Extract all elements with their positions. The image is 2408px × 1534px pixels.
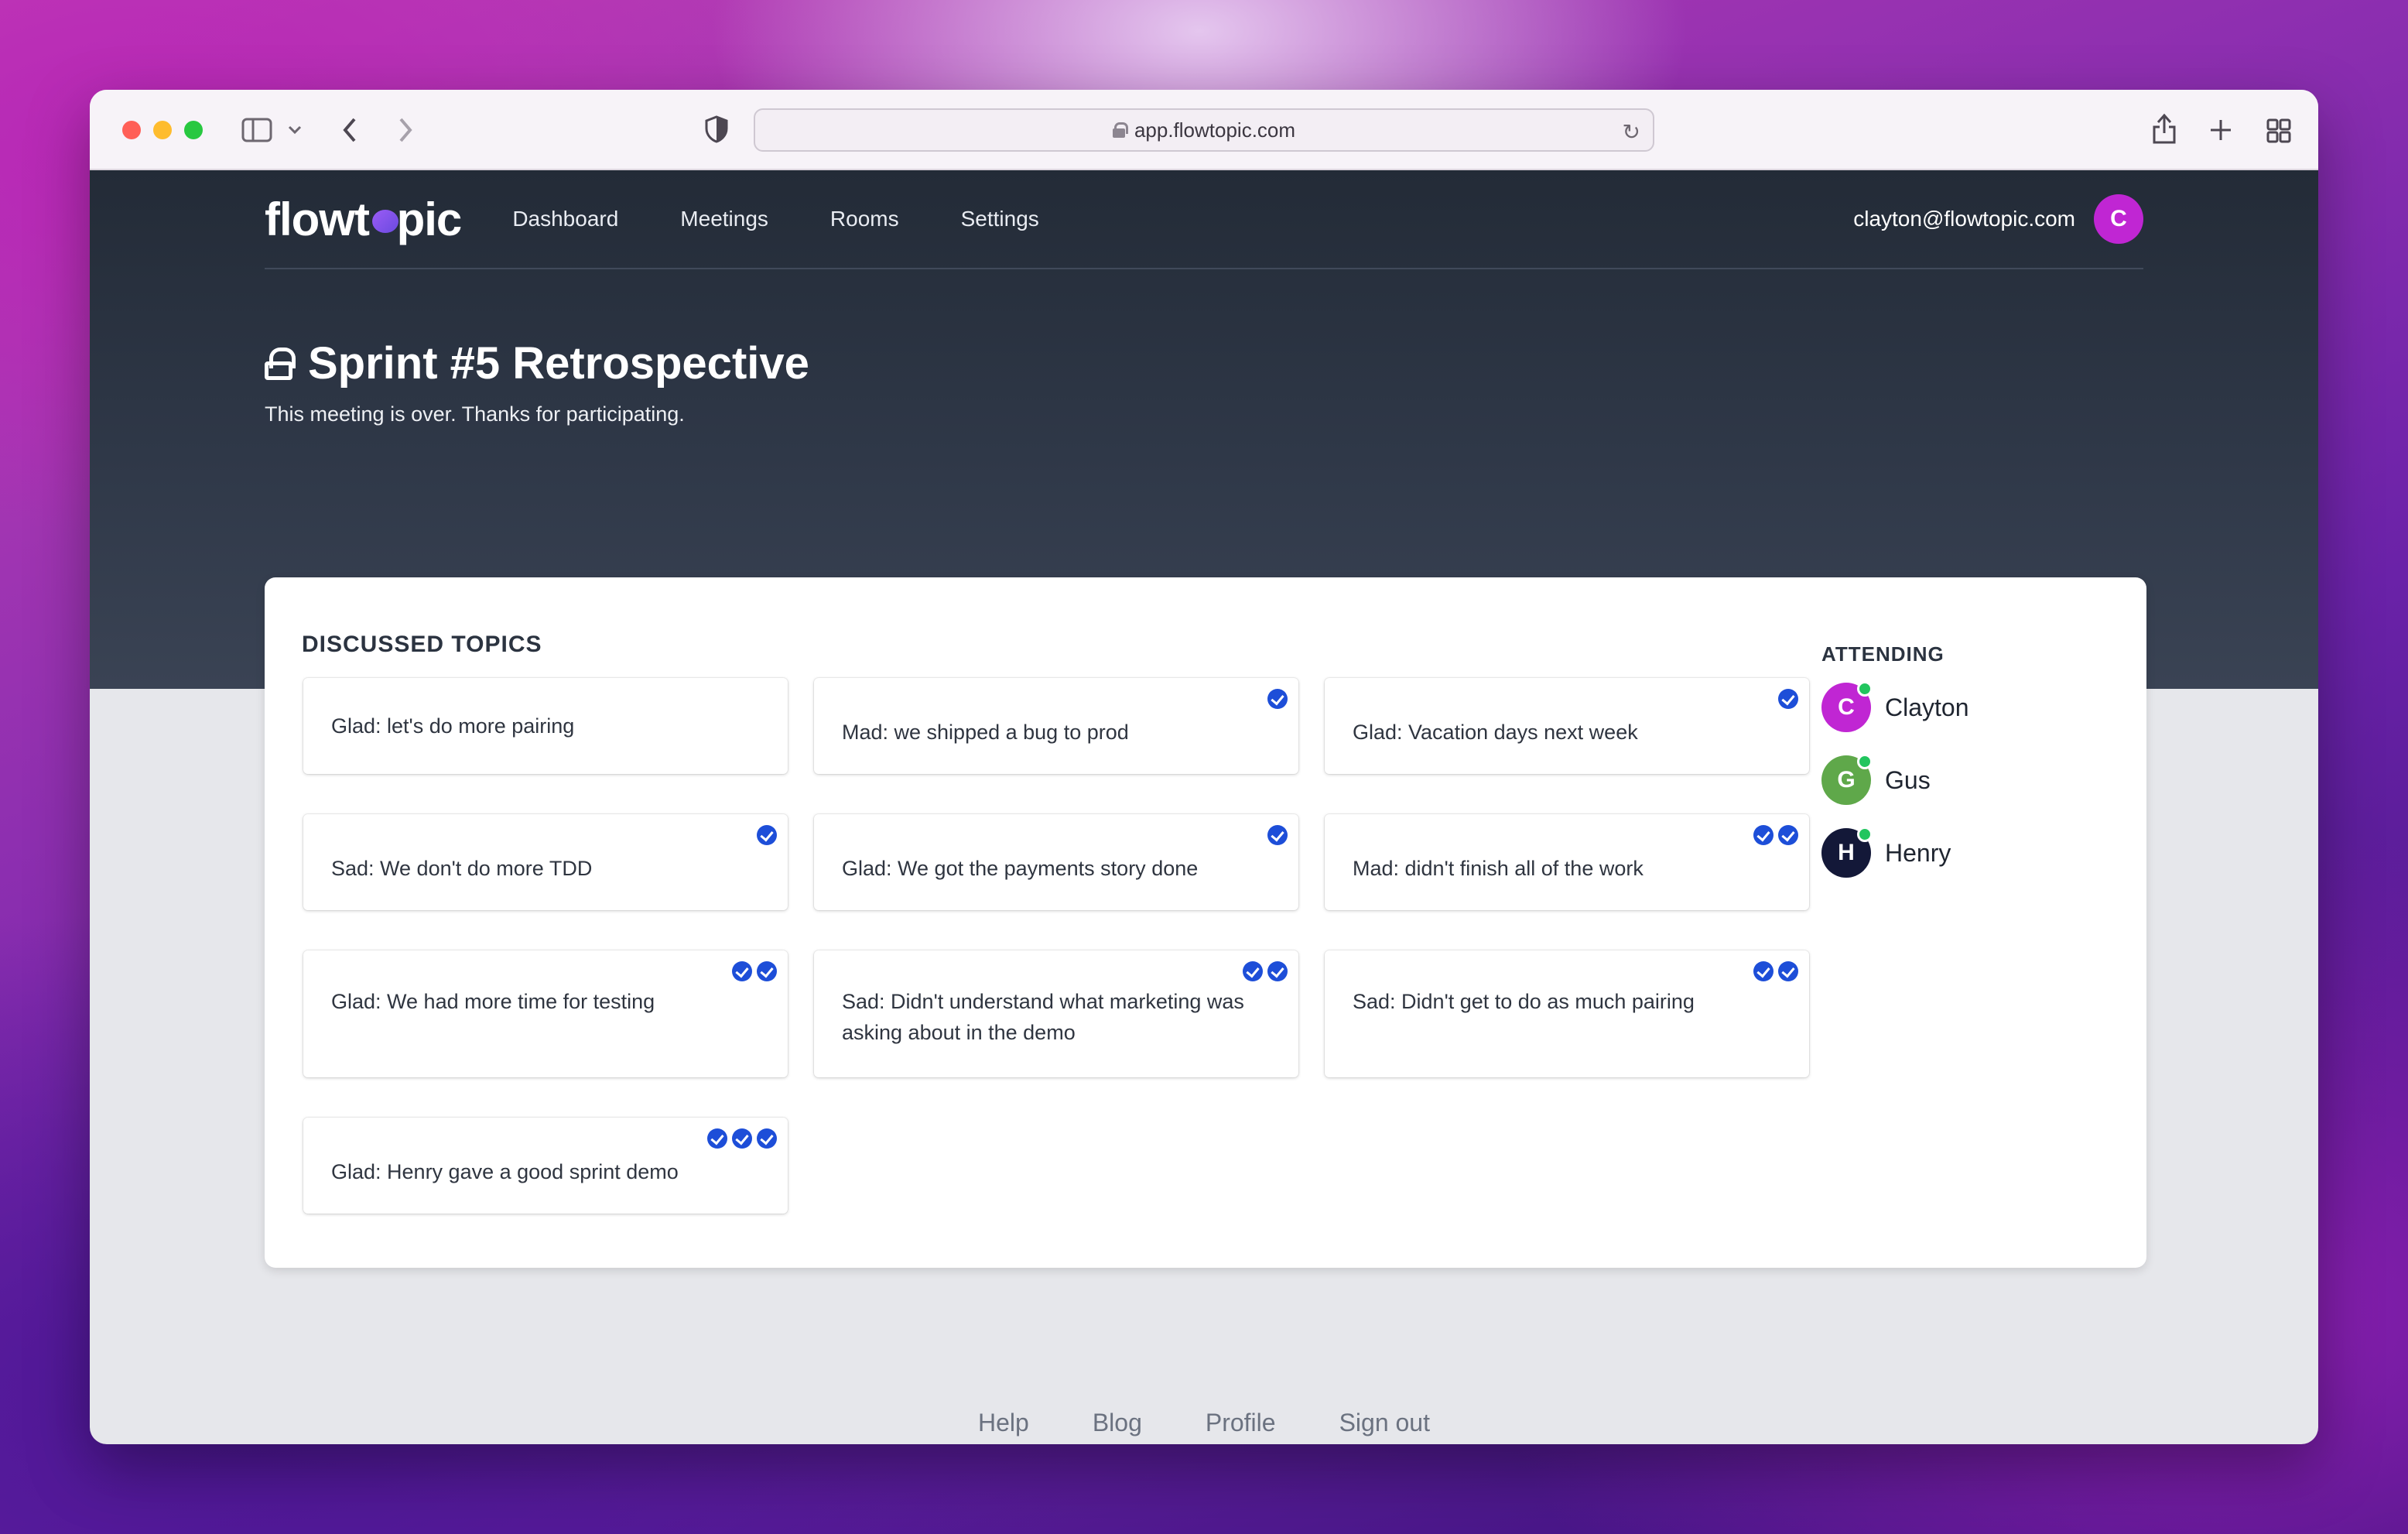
vote-check-icon bbox=[1778, 825, 1798, 845]
topic-card[interactable]: Mad: didn't finish all of the work bbox=[1325, 814, 1809, 910]
vote-check-icon bbox=[757, 825, 777, 845]
meeting-status: This meeting is over. Thanks for partici… bbox=[265, 402, 685, 426]
nav-dashboard[interactable]: Dashboard bbox=[512, 207, 618, 231]
attending-heading: ATTENDING bbox=[1821, 642, 1945, 666]
footer-sign-out-link[interactable]: Sign out bbox=[1339, 1409, 1430, 1437]
meeting-summary-card: DISCUSSED TOPICS Glad: let's do more pai… bbox=[265, 577, 2146, 1268]
back-arrow-icon[interactable] bbox=[340, 116, 359, 144]
avatar: G bbox=[1821, 754, 1873, 805]
topic-votes bbox=[1753, 825, 1798, 845]
topic-votes bbox=[1267, 825, 1288, 845]
topic-votes bbox=[1243, 961, 1288, 981]
nav-meetings[interactable]: Meetings bbox=[680, 207, 768, 231]
vote-check-icon bbox=[1267, 689, 1288, 709]
topic-text: Glad: Vacation days next week bbox=[1353, 721, 1638, 744]
topic-text: Glad: let's do more pairing bbox=[331, 714, 575, 738]
topic-text: Glad: We got the payments story done bbox=[842, 857, 1199, 880]
forward-arrow-icon[interactable] bbox=[396, 116, 415, 144]
topic-votes bbox=[707, 1128, 777, 1149]
footer-blog-link[interactable]: Blog bbox=[1093, 1409, 1142, 1437]
topic-card[interactable]: Sad: Didn't get to do as much pairing bbox=[1325, 950, 1809, 1077]
attendee-gus: G Gus bbox=[1821, 744, 1969, 817]
avatar: C bbox=[1821, 681, 1873, 732]
vote-check-icon bbox=[1267, 825, 1288, 845]
flowtopic-logo[interactable]: flowtopic bbox=[265, 193, 462, 246]
url-text: app.flowtopic.com bbox=[1134, 118, 1296, 142]
vote-check-icon bbox=[1778, 689, 1798, 709]
topic-card[interactable]: Mad: we shipped a bug to prod bbox=[814, 678, 1298, 774]
topic-card[interactable]: Glad: Henry gave a good sprint demo bbox=[303, 1118, 788, 1214]
meeting-title-row: Sprint #5 Retrospective bbox=[265, 337, 809, 389]
attendee-clayton: C Clayton bbox=[1821, 671, 1969, 744]
topic-votes bbox=[1267, 689, 1288, 709]
vote-check-icon bbox=[1753, 961, 1774, 981]
page-title: Sprint #5 Retrospective bbox=[308, 338, 809, 389]
attendee-name: Henry bbox=[1885, 838, 1951, 867]
online-status-dot bbox=[1857, 754, 1873, 769]
topic-text: Sad: We don't do more TDD bbox=[331, 857, 593, 880]
vote-check-icon bbox=[732, 961, 752, 981]
footer-links: Help Blog Profile Sign out bbox=[90, 1409, 2318, 1437]
vote-check-icon bbox=[1778, 961, 1798, 981]
topic-text: Sad: Didn't understand what marketing wa… bbox=[842, 990, 1244, 1044]
topic-text: Glad: Henry gave a good sprint demo bbox=[331, 1160, 679, 1183]
topic-card[interactable]: Sad: Didn't understand what marketing wa… bbox=[814, 950, 1298, 1077]
address-bar[interactable]: app.flowtopic.com ↻ bbox=[754, 108, 1654, 152]
topic-card[interactable]: Glad: Vacation days next week bbox=[1325, 678, 1809, 774]
footer-profile-link[interactable]: Profile bbox=[1206, 1409, 1276, 1437]
maximize-window-button[interactable] bbox=[184, 121, 203, 139]
topic-card[interactable]: Sad: We don't do more TDD bbox=[303, 814, 788, 910]
topic-card[interactable]: Glad: We had more time for testing bbox=[303, 950, 788, 1077]
user-email[interactable]: clayton@flowtopic.com bbox=[1853, 207, 2075, 231]
topic-text: Sad: Didn't get to do as much pairing bbox=[1353, 990, 1695, 1013]
topic-votes bbox=[732, 961, 777, 981]
vote-check-icon bbox=[732, 1128, 752, 1149]
top-navigation: flowtopic Dashboard Meetings Rooms Setti… bbox=[265, 170, 2143, 269]
topic-votes bbox=[757, 825, 777, 845]
nav-settings[interactable]: Settings bbox=[961, 207, 1039, 231]
topic-votes bbox=[1753, 961, 1798, 981]
new-tab-plus-icon[interactable] bbox=[2208, 118, 2233, 142]
topic-text: Mad: didn't finish all of the work bbox=[1353, 857, 1644, 880]
user-avatar[interactable]: C bbox=[2094, 194, 2143, 244]
attending-panel: ATTENDING C Clayton G Gus H Henry bbox=[1821, 642, 1969, 889]
close-window-button[interactable] bbox=[122, 121, 141, 139]
tab-overview-grid-icon[interactable] bbox=[2266, 118, 2292, 144]
browser-toolbar: app.flowtopic.com ↻ bbox=[90, 90, 2318, 170]
topic-text: Glad: We had more time for testing bbox=[331, 990, 655, 1013]
vote-check-icon bbox=[1243, 961, 1263, 981]
online-status-dot bbox=[1857, 681, 1873, 697]
lock-icon bbox=[1112, 122, 1128, 138]
topic-votes bbox=[1778, 689, 1798, 709]
browser-window: app.flowtopic.com ↻ flowtopic Dashboard … bbox=[90, 90, 2318, 1444]
attendee-henry: H Henry bbox=[1821, 817, 1969, 889]
share-icon[interactable] bbox=[2151, 111, 2177, 146]
attendee-name: Gus bbox=[1885, 765, 1931, 794]
online-status-dot bbox=[1857, 827, 1873, 842]
vote-check-icon bbox=[707, 1128, 727, 1149]
web-page: flowtopic Dashboard Meetings Rooms Setti… bbox=[90, 170, 2318, 1444]
topic-text: Mad: we shipped a bug to prod bbox=[842, 721, 1129, 744]
vote-check-icon bbox=[1753, 825, 1774, 845]
sidebar-toggle-icon[interactable] bbox=[241, 118, 272, 142]
chevron-down-icon[interactable] bbox=[288, 125, 302, 135]
avatar: H bbox=[1821, 827, 1873, 878]
topic-card[interactable]: Glad: We got the payments story done bbox=[814, 814, 1298, 910]
vote-check-icon bbox=[1267, 961, 1288, 981]
vote-check-icon bbox=[757, 1128, 777, 1149]
privacy-shield-icon[interactable] bbox=[704, 115, 729, 144]
attendee-name: Clayton bbox=[1885, 693, 1969, 721]
reload-icon[interactable]: ↻ bbox=[1623, 119, 1640, 145]
lock-icon bbox=[265, 347, 296, 380]
footer-help-link[interactable]: Help bbox=[978, 1409, 1029, 1437]
minimize-window-button[interactable] bbox=[153, 121, 172, 139]
vote-check-icon bbox=[757, 961, 777, 981]
discussed-topics-heading: DISCUSSED TOPICS bbox=[302, 632, 542, 657]
nav-rooms[interactable]: Rooms bbox=[830, 207, 899, 231]
topic-card[interactable]: Glad: let's do more pairing bbox=[303, 678, 788, 774]
